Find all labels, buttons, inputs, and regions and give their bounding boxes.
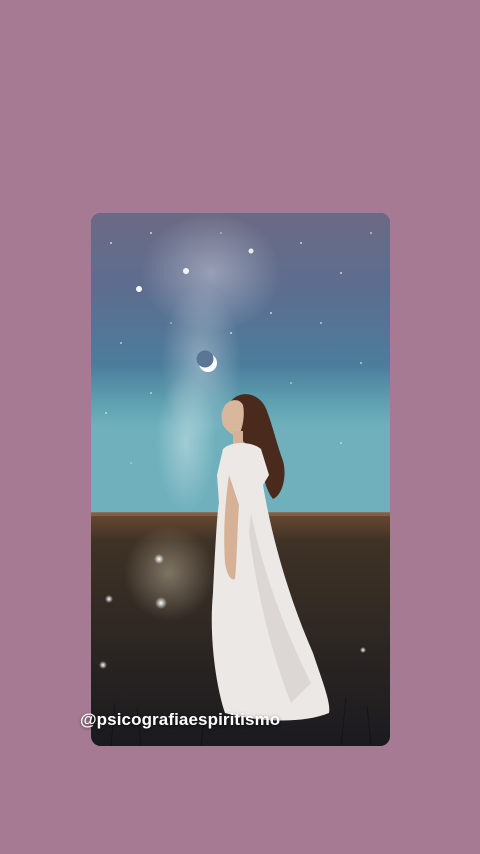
night-sky-photo — [91, 213, 390, 746]
photo-illustration — [91, 213, 390, 746]
account-watermark: @psicografiaespiritismo — [80, 710, 281, 729]
